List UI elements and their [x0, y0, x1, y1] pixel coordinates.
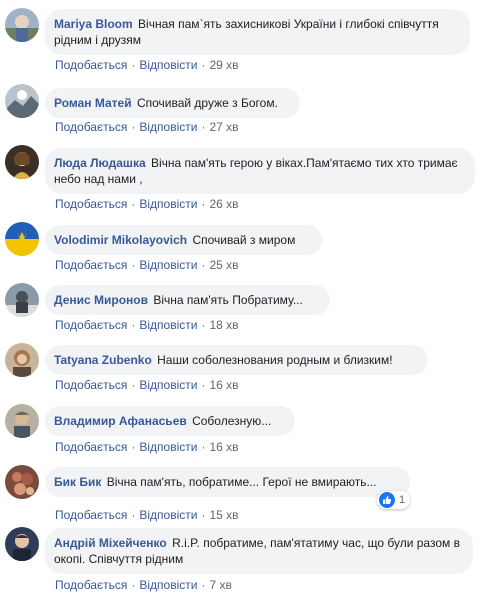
comment-time[interactable]: 15 хв [209, 508, 238, 522]
reply-button[interactable]: Відповісти [139, 440, 197, 454]
avatar[interactable] [5, 8, 39, 42]
comment-actions: Подобається · Відповісти · 26 хв [55, 197, 239, 211]
comment-bubble: Mariya Bloom Вічная пам`ять захисникові … [45, 9, 470, 55]
comment-author[interactable]: Люда Людашка [54, 156, 146, 170]
reply-button[interactable]: Відповісти [139, 378, 197, 392]
comment-text: Вічна пам'ять, побратиме... Герої не вми… [106, 475, 377, 489]
avatar[interactable] [5, 84, 39, 118]
separator: · [131, 508, 136, 522]
comment-actions: Подобається · Відповісти · 7 хв [55, 578, 232, 592]
comment-author[interactable]: Владимир Афанасьев [54, 414, 187, 428]
like-button[interactable]: Подобається [55, 258, 127, 272]
separator: · [131, 197, 136, 211]
comment-author[interactable]: Tatyana Zubenko [54, 353, 152, 367]
comment-time[interactable]: 26 хв [209, 197, 238, 211]
separator: · [131, 58, 136, 72]
reply-button[interactable]: Відповісти [139, 120, 197, 134]
comment-time[interactable]: 16 хв [209, 378, 238, 392]
separator: · [201, 440, 206, 454]
avatar[interactable] [5, 145, 39, 179]
comment-time[interactable]: 25 хв [209, 258, 238, 272]
comment-text: Вічна пам'ять Побратиму... [153, 293, 303, 307]
like-button[interactable]: Подобається [55, 508, 127, 522]
like-button[interactable]: Подобається [55, 197, 127, 211]
reply-button[interactable]: Відповісти [139, 58, 197, 72]
separator: · [201, 378, 206, 392]
like-button[interactable]: Подобається [55, 120, 127, 134]
separator: · [131, 440, 136, 454]
comment-actions: Подобається · Відповісти · 29 хв [55, 58, 239, 72]
separator: · [131, 258, 136, 272]
reply-button[interactable]: Відповісти [139, 508, 197, 522]
like-reaction-icon [379, 492, 395, 508]
comment-actions: Подобається · Відповісти · 27 хв [55, 120, 239, 134]
comment-author[interactable]: Андрій Міхейченко [54, 536, 167, 550]
comment-bubble: Volodimir Mikolayovich Спочивай з миром [45, 225, 322, 255]
separator: · [201, 120, 206, 134]
comment-bubble: Люда Людашка Вічна пам'ять герою у віках… [45, 148, 475, 194]
comment-bubble: Денис Миронов Вічна пам'ять Побратиму... [45, 285, 330, 315]
avatar[interactable] [5, 343, 39, 377]
comment-time[interactable]: 7 хв [209, 578, 231, 592]
reply-button[interactable]: Відповісти [139, 258, 197, 272]
separator: · [131, 578, 136, 592]
comment-actions: Подобається · Відповісти · 18 хв [55, 318, 239, 332]
separator: · [201, 578, 206, 592]
comment-actions: Подобається · Відповісти · 16 хв [55, 378, 239, 392]
avatar[interactable] [5, 222, 39, 256]
like-button[interactable]: Подобається [55, 440, 127, 454]
comment-author[interactable]: Mariya Bloom [54, 17, 133, 31]
like-button[interactable]: Подобається [55, 578, 127, 592]
comment-actions: Подобається · Відповісти · 15 хв [55, 508, 239, 522]
avatar[interactable] [5, 465, 39, 499]
comment-time[interactable]: 27 хв [209, 120, 238, 134]
comment-time[interactable]: 29 хв [209, 58, 238, 72]
avatar[interactable] [5, 527, 39, 561]
comment-bubble: Tatyana Zubenko Наши соболезнования родн… [45, 345, 428, 375]
comment-bubble: Андрій Міхейченко R.i.P. побратиме, пам'… [45, 528, 473, 574]
comment-bubble: Бик Бик Вічна пам'ять, побратиме... Геро… [45, 467, 410, 497]
comment-bubble: Владимир Афанасьев Соболезную... [45, 406, 295, 436]
separator: · [201, 258, 206, 272]
comment-author[interactable]: Volodimir Mikolayovich [54, 233, 187, 247]
separator: · [131, 318, 136, 332]
reply-button[interactable]: Відповісти [139, 578, 197, 592]
like-button[interactable]: Подобається [55, 378, 127, 392]
comment-time[interactable]: 16 хв [209, 440, 238, 454]
reaction-number: 1 [399, 494, 406, 506]
separator: · [201, 508, 206, 522]
separator: · [201, 58, 206, 72]
comment-actions: Подобається · Відповісти · 25 хв [55, 258, 239, 272]
like-button[interactable]: Подобається [55, 318, 127, 332]
comment-actions: Подобається · Відповісти · 16 хв [55, 440, 239, 454]
reply-button[interactable]: Відповісти [139, 197, 197, 211]
avatar[interactable] [5, 404, 39, 438]
like-button[interactable]: Подобається [55, 58, 127, 72]
reply-button[interactable]: Відповісти [139, 318, 197, 332]
comment-text: Соболезную... [192, 414, 272, 428]
comment-author[interactable]: Бик Бик [54, 475, 101, 489]
reaction-count[interactable]: 1 [377, 491, 411, 509]
comment-text: Спочивай друже з Богом. [136, 96, 278, 110]
separator: · [131, 120, 136, 134]
separator: · [201, 318, 206, 332]
comment-bubble: Роман Матей Спочивай друже з Богом. [45, 88, 300, 118]
comment-text: Наши соболезнования родным и близким! [157, 353, 393, 367]
comment-author[interactable]: Денис Миронов [54, 293, 148, 307]
avatar[interactable] [5, 283, 39, 317]
separator: · [131, 378, 136, 392]
comment-author[interactable]: Роман Матей [54, 96, 132, 110]
comment-text: Спочивай з миром [192, 233, 296, 247]
separator: · [201, 197, 206, 211]
comment-time[interactable]: 18 хв [209, 318, 238, 332]
